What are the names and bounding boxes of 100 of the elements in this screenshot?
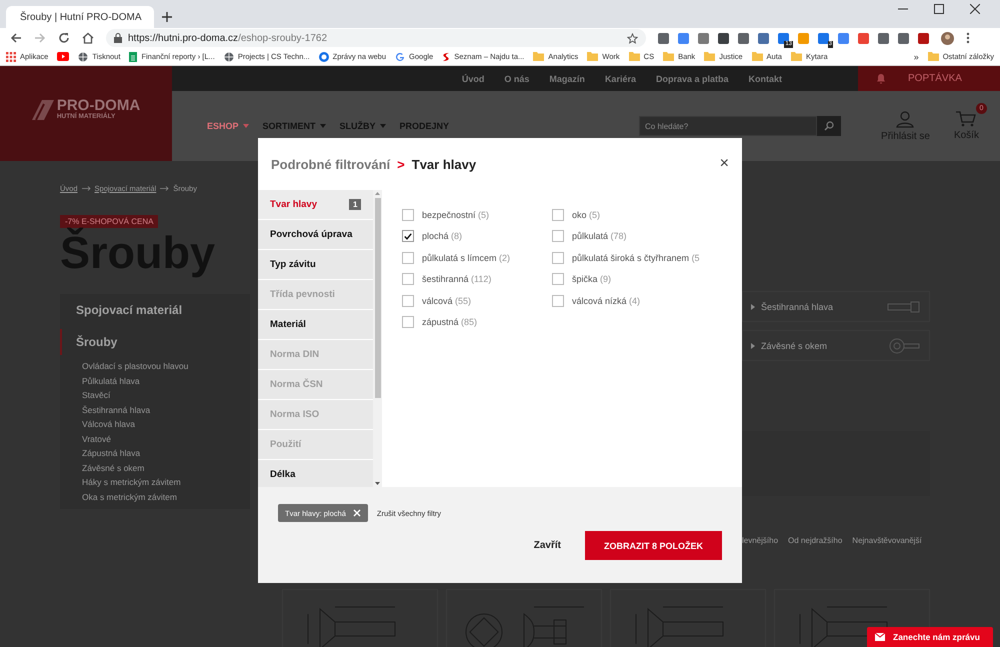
close-icon[interactable] xyxy=(970,4,980,14)
category-link[interactable]: Spojovací materiál xyxy=(60,294,198,327)
globe-icon xyxy=(224,52,234,62)
bolt-icon xyxy=(887,300,921,314)
extension-icon[interactable] xyxy=(718,32,729,44)
subcategory-link[interactable]: Půlkulatá hlava xyxy=(60,374,140,388)
spreadsheet-icon xyxy=(129,52,138,62)
checkbox[interactable] xyxy=(402,208,414,221)
search-button[interactable] xyxy=(817,116,842,136)
search-field[interactable]: Co hledáte? xyxy=(639,116,818,136)
triangle-icon xyxy=(751,304,755,310)
more-bookmarks-button[interactable]: » xyxy=(914,52,919,62)
subcategory-link[interactable]: Závěsné s okem xyxy=(60,460,144,475)
checkbox[interactable] xyxy=(552,208,564,221)
subcategory-link[interactable]: Stavěcí xyxy=(60,388,110,402)
close-button[interactable]: Zavřít xyxy=(534,540,561,551)
option-label: půlkulatá (78) xyxy=(572,231,627,242)
nav-link[interactable]: Kontakt xyxy=(748,74,782,84)
back-icon[interactable] xyxy=(10,32,22,44)
sort-link[interactable]: levnějšího xyxy=(742,536,778,545)
browser-tab[interactable]: Šrouby | Hutní PRO-DOMA xyxy=(6,6,154,28)
extension-icon[interactable] xyxy=(918,32,929,44)
menu-icon[interactable] xyxy=(966,32,970,44)
chat-button[interactable]: Zanechte nám zprávu xyxy=(867,627,993,647)
extension-icon[interactable] xyxy=(738,32,749,44)
checkbox[interactable] xyxy=(552,273,564,286)
nav-link[interactable]: Doprava a platba xyxy=(656,74,728,84)
checkbox[interactable] xyxy=(402,294,414,307)
checkbox[interactable] xyxy=(552,252,564,264)
caret-icon xyxy=(380,124,386,128)
category-link[interactable]: Šrouby xyxy=(60,329,132,355)
checkbox[interactable] xyxy=(402,273,414,286)
scroll-up-icon[interactable] xyxy=(375,192,380,195)
extension-icon[interactable] xyxy=(898,32,909,44)
subcategory-link[interactable]: Ovládací s plastovou hlavou xyxy=(60,359,188,374)
folder-icon xyxy=(533,52,544,61)
checkbox[interactable] xyxy=(402,230,414,242)
folder-icon xyxy=(790,52,802,61)
option-label: válcová nízká (4) xyxy=(572,296,640,306)
reload-icon[interactable] xyxy=(58,32,70,44)
arrow-icon xyxy=(82,186,91,191)
subcategory-link[interactable]: Zápustná hlava xyxy=(60,446,140,460)
checkbox[interactable] xyxy=(552,294,564,307)
subcategory-link[interactable]: Šestihranná hlava xyxy=(60,402,150,417)
sort-link[interactable]: Nejnavštěvovanější xyxy=(852,536,922,545)
subcategory-card[interactable]: Závěsné s okem xyxy=(742,330,930,361)
filter-category[interactable]: Typ závitu xyxy=(258,250,374,279)
extension-icon[interactable] xyxy=(658,32,669,44)
checkbox[interactable] xyxy=(552,230,564,242)
subcategory-link[interactable]: Háky s metrickým závitem xyxy=(60,475,181,490)
address-bar[interactable]: https://hutni.pro-doma.cz/eshop-srouby-1762 xyxy=(106,29,646,47)
filter-category[interactable]: Povrchová úprava xyxy=(258,220,374,249)
scroll-down-icon[interactable] xyxy=(375,482,380,485)
option-label: špička (9) xyxy=(572,274,612,284)
bookmark[interactable] xyxy=(57,52,70,61)
extension-icon[interactable] xyxy=(758,32,769,44)
inquiry-button[interactable]: POPTÁVKA xyxy=(858,66,1000,91)
filter-category[interactable]: Materiál xyxy=(258,310,374,339)
subcategory-card[interactable]: Šestihranná hlava xyxy=(742,291,930,322)
folder-icon xyxy=(663,52,674,61)
maximize-icon[interactable] xyxy=(934,4,944,14)
nav-link[interactable]: O nás xyxy=(504,74,530,84)
scrollbar[interactable] xyxy=(373,190,382,487)
separator-icon: > xyxy=(397,156,405,172)
triangle-icon xyxy=(751,342,755,348)
bell-icon xyxy=(876,73,886,84)
nav-link[interactable]: Kariéra xyxy=(604,74,636,84)
caret-icon xyxy=(320,124,326,128)
option-label: půlkulatá s límcem (2) xyxy=(422,252,510,263)
checkbox[interactable] xyxy=(402,252,414,264)
cart-icon xyxy=(956,111,976,127)
checkbox[interactable] xyxy=(402,316,414,328)
close-button[interactable]: × xyxy=(720,155,729,173)
option-label: zápustná (85) xyxy=(422,317,478,328)
option-label: půlkulatá široká s čtyřhranem (5 xyxy=(572,252,700,263)
grid-icon xyxy=(6,52,16,62)
star-icon[interactable] xyxy=(627,32,638,44)
filter-category[interactable]: Tvar hlavy 1 xyxy=(258,190,374,219)
user-icon xyxy=(896,110,914,128)
new-tab-icon[interactable] xyxy=(162,12,172,22)
caret-icon xyxy=(242,124,249,128)
sort-link[interactable]: Od nejdražšího xyxy=(788,536,842,545)
extension-icon[interactable] xyxy=(878,32,889,44)
discount-badge: -7% E-SHOPOVÁ CENA xyxy=(60,215,158,228)
menu-item[interactable]: ESHOP xyxy=(207,121,249,131)
home-icon[interactable] xyxy=(82,32,94,44)
subcategory-link[interactable]: Oka s metrickým závitem xyxy=(60,490,177,504)
subcategory-link[interactable]: Vratové xyxy=(60,432,111,446)
globe-icon xyxy=(78,52,88,62)
dialog-subtitle: Tvar hlavy xyxy=(412,156,476,172)
nav-link[interactable]: Úvod xyxy=(462,74,484,84)
subcategory-link[interactable]: Válcová hlava xyxy=(60,417,135,432)
nav-link[interactable]: Magazín xyxy=(549,74,585,84)
arrow-icon xyxy=(160,186,170,191)
show-results-button[interactable]: ZOBRAZIT 8 POLOŽEK xyxy=(585,531,722,560)
lock-icon xyxy=(114,33,122,43)
option-label: bezpečnostní (5) xyxy=(422,210,490,220)
filter-category[interactable]: Délka xyxy=(258,460,374,487)
avatar-icon[interactable] xyxy=(941,32,954,44)
dialog-title: Podrobné filtrování xyxy=(271,156,390,172)
